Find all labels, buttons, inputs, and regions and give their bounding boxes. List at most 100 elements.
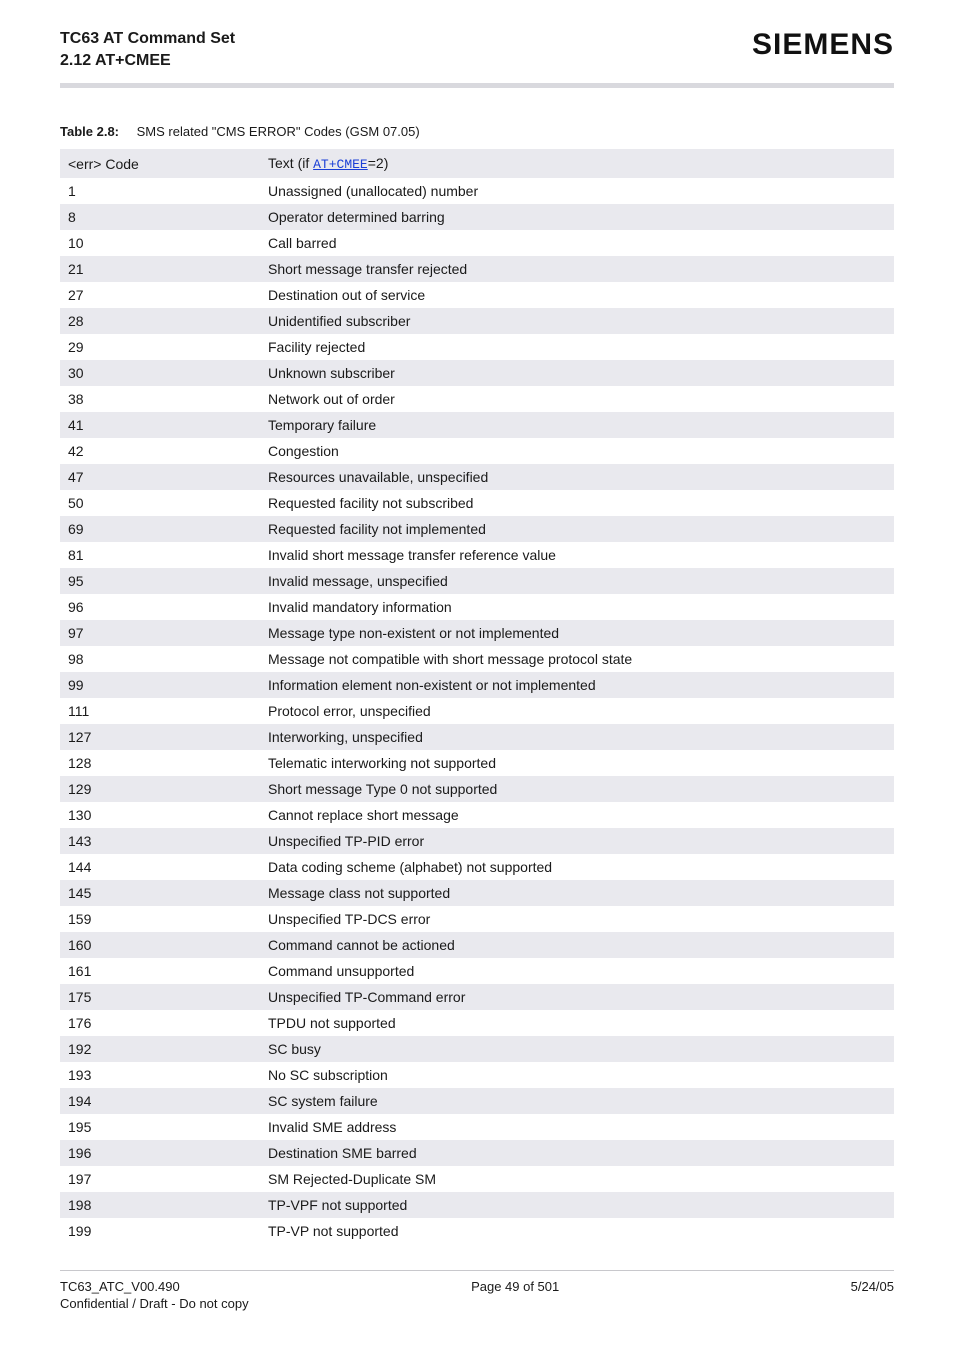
doc-title-line2: 2.12 AT+CMEE — [60, 50, 235, 72]
cell-text: Operator determined barring — [260, 204, 894, 230]
cell-text: Unidentified subscriber — [260, 308, 894, 334]
table-row: 38Network out of order — [60, 386, 894, 412]
table-row: 129Short message Type 0 not supported — [60, 776, 894, 802]
cell-text: Resources unavailable, unspecified — [260, 464, 894, 490]
table-row: 29Facility rejected — [60, 334, 894, 360]
page-header: TC63 AT Command Set 2.12 AT+CMEE SIEMENS — [60, 28, 894, 71]
cell-text: Information element non-existent or not … — [260, 672, 894, 698]
table-row: 81Invalid short message transfer referen… — [60, 542, 894, 568]
cell-code: 96 — [60, 594, 260, 620]
cell-text: Network out of order — [260, 386, 894, 412]
cell-code: 81 — [60, 542, 260, 568]
table-header-row: <err> Code Text (if AT+CMEE=2) — [60, 149, 894, 178]
table-row: 159Unspecified TP-DCS error — [60, 906, 894, 932]
cell-text: Message not compatible with short messag… — [260, 646, 894, 672]
table-row: 145Message class not supported — [60, 880, 894, 906]
at-cmee-link[interactable]: AT+CMEE — [313, 157, 368, 172]
footer-left: TC63_ATC_V00.490 — [60, 1279, 180, 1294]
col-header-text-prefix: Text (if — [268, 155, 313, 171]
cell-code: 176 — [60, 1010, 260, 1036]
cell-text: Unspecified TP-DCS error — [260, 906, 894, 932]
cell-code: 98 — [60, 646, 260, 672]
table-row: 199TP-VP not supported — [60, 1218, 894, 1244]
cell-code: 30 — [60, 360, 260, 386]
table-row: 194SC system failure — [60, 1088, 894, 1114]
cell-text: Invalid short message transfer reference… — [260, 542, 894, 568]
cell-code: 130 — [60, 802, 260, 828]
table-row: 127Interworking, unspecified — [60, 724, 894, 750]
table-body: 1Unassigned (unallocated) number8Operato… — [60, 178, 894, 1244]
cell-code: 21 — [60, 256, 260, 282]
cell-text: Unassigned (unallocated) number — [260, 178, 894, 204]
cell-text: Invalid SME address — [260, 1114, 894, 1140]
cell-code: 196 — [60, 1140, 260, 1166]
cell-text: Message class not supported — [260, 880, 894, 906]
table-row: 144Data coding scheme (alphabet) not sup… — [60, 854, 894, 880]
cell-code: 193 — [60, 1062, 260, 1088]
cell-code: 97 — [60, 620, 260, 646]
table-row: 175Unspecified TP-Command error — [60, 984, 894, 1010]
cell-text: Invalid mandatory information — [260, 594, 894, 620]
cell-code: 47 — [60, 464, 260, 490]
header-divider — [60, 83, 894, 88]
cell-code: 143 — [60, 828, 260, 854]
brand-logo: SIEMENS — [752, 28, 894, 62]
table-row: 1Unassigned (unallocated) number — [60, 178, 894, 204]
table-row: 198TP-VPF not supported — [60, 1192, 894, 1218]
cell-text: Destination out of service — [260, 282, 894, 308]
table-row: 143Unspecified TP-PID error — [60, 828, 894, 854]
table-row: 196Destination SME barred — [60, 1140, 894, 1166]
cell-code: 29 — [60, 334, 260, 360]
cell-text: Call barred — [260, 230, 894, 256]
cell-code: 128 — [60, 750, 260, 776]
table-row: 69Requested facility not implemented — [60, 516, 894, 542]
cell-code: 198 — [60, 1192, 260, 1218]
table-row: 47Resources unavailable, unspecified — [60, 464, 894, 490]
cell-text: Data coding scheme (alphabet) not suppor… — [260, 854, 894, 880]
cell-text: Cannot replace short message — [260, 802, 894, 828]
cell-code: 8 — [60, 204, 260, 230]
cell-text: SC system failure — [260, 1088, 894, 1114]
table-row: 111Protocol error, unspecified — [60, 698, 894, 724]
cell-text: SC busy — [260, 1036, 894, 1062]
table-row: 21Short message transfer rejected — [60, 256, 894, 282]
cell-text: Unknown subscriber — [260, 360, 894, 386]
table-caption: Table 2.8: SMS related "CMS ERROR" Codes… — [60, 124, 894, 139]
cell-text: Facility rejected — [260, 334, 894, 360]
cell-text: SM Rejected-Duplicate SM — [260, 1166, 894, 1192]
cell-text: Requested facility not subscribed — [260, 490, 894, 516]
table-row: 195Invalid SME address — [60, 1114, 894, 1140]
cell-text: Temporary failure — [260, 412, 894, 438]
cell-code: 161 — [60, 958, 260, 984]
table-row: 197SM Rejected-Duplicate SM — [60, 1166, 894, 1192]
cell-code: 99 — [60, 672, 260, 698]
cell-code: 127 — [60, 724, 260, 750]
col-header-code: <err> Code — [60, 149, 260, 178]
cell-code: 69 — [60, 516, 260, 542]
table-row: 176TPDU not supported — [60, 1010, 894, 1036]
cell-text: Interworking, unspecified — [260, 724, 894, 750]
cell-code: 145 — [60, 880, 260, 906]
cell-text: Requested facility not implemented — [260, 516, 894, 542]
cell-code: 10 — [60, 230, 260, 256]
table-row: 42Congestion — [60, 438, 894, 464]
table-row: 27Destination out of service — [60, 282, 894, 308]
table-row: 50Requested facility not subscribed — [60, 490, 894, 516]
page: TC63 AT Command Set 2.12 AT+CMEE SIEMENS… — [0, 0, 954, 1351]
cell-code: 175 — [60, 984, 260, 1010]
table-row: 193No SC subscription — [60, 1062, 894, 1088]
table-row: 130Cannot replace short message — [60, 802, 894, 828]
col-header-text-suffix: =2) — [368, 155, 389, 171]
cell-text: Destination SME barred — [260, 1140, 894, 1166]
footer-subtext: Confidential / Draft - Do not copy — [60, 1296, 894, 1331]
table-row: 96Invalid mandatory information — [60, 594, 894, 620]
col-header-text: Text (if AT+CMEE=2) — [260, 149, 894, 178]
error-codes-table: <err> Code Text (if AT+CMEE=2) 1Unassign… — [60, 149, 894, 1244]
cell-code: 42 — [60, 438, 260, 464]
cell-code: 129 — [60, 776, 260, 802]
cell-code: 144 — [60, 854, 260, 880]
cell-code: 199 — [60, 1218, 260, 1244]
table-row: 161Command unsupported — [60, 958, 894, 984]
cell-text: Short message transfer rejected — [260, 256, 894, 282]
cell-text: TP-VPF not supported — [260, 1192, 894, 1218]
